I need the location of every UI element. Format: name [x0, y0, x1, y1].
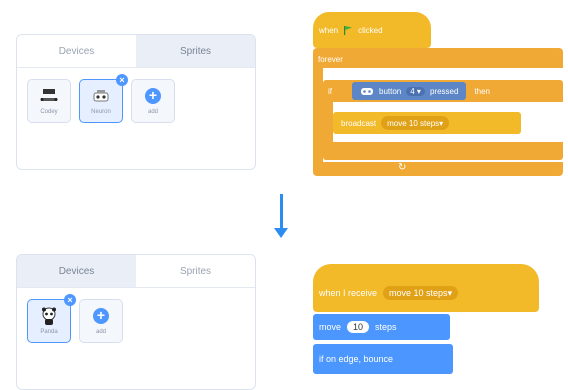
then-label: then [474, 86, 490, 96]
panda-icon [38, 307, 60, 325]
tab-bar: Devices Sprites [17, 255, 255, 288]
device-tile-codey[interactable]: Codey [27, 79, 71, 123]
sprite-tile-panda[interactable]: × Panda [27, 294, 76, 343]
bounce-block[interactable]: if on edge, bounce [313, 344, 453, 374]
broadcast-message-dropdown[interactable]: move 10 steps [381, 116, 450, 130]
tab-devices[interactable]: Devices [17, 35, 136, 67]
remove-icon[interactable]: × [64, 294, 76, 306]
remove-icon[interactable]: × [116, 74, 128, 86]
move-label: move [319, 322, 342, 332]
button-number-dropdown[interactable]: 4 [406, 86, 425, 96]
add-device-button[interactable]: + add [131, 79, 175, 123]
if-label: if [328, 86, 332, 96]
tab-devices[interactable]: Devices [17, 255, 136, 287]
broadcast-block[interactable]: broadcast move 10 steps [333, 112, 521, 134]
when-i-receive-label: when I receive [319, 288, 378, 298]
devices-panel-top: Devices Sprites Codey × Neuron + add [16, 34, 256, 170]
device-label: Neuron [91, 109, 111, 115]
tab-sprites[interactable]: Sprites [136, 255, 255, 287]
transition-arrow [280, 194, 283, 230]
plus-icon: + [145, 88, 161, 104]
steps-label: steps [375, 322, 397, 332]
sprites-panel-bottom: Devices Sprites × Panda + add [16, 254, 256, 390]
clicked-label: clicked [358, 25, 383, 35]
forever-label-row: forever [318, 52, 343, 66]
when-label: when [319, 25, 339, 35]
add-sprite-button[interactable]: + add [79, 299, 123, 343]
when-i-receive-hat[interactable]: when I receive move 10 steps [313, 264, 539, 312]
pressed-label: pressed [429, 86, 459, 96]
add-label: add [95, 329, 106, 335]
if-row: if button 4 pressed then [328, 82, 490, 100]
forever-label: forever [318, 54, 343, 64]
loop-arrow-icon: ↻ [398, 162, 407, 173]
bounce-label: if on edge, bounce [319, 354, 394, 364]
broadcast-label: broadcast [341, 118, 377, 128]
device-label: Codey [40, 109, 58, 115]
tab-bar: Devices Sprites [17, 35, 255, 68]
add-label: add [147, 109, 158, 115]
codey-robot-icon [38, 87, 60, 105]
move-steps-block[interactable]: move 10 steps [313, 314, 450, 340]
green-flag-icon [344, 26, 353, 35]
button-label: button [379, 86, 402, 96]
sprite-list: × Panda + add [27, 294, 123, 343]
device-list: Codey × Neuron + add [27, 74, 175, 123]
button-pressed-sensor[interactable]: button 4 pressed [352, 82, 467, 100]
sprite-label: Panda [40, 329, 58, 335]
when-flag-clicked-hat[interactable]: when clicked [313, 12, 431, 48]
device-tile-neuron[interactable]: × Neuron [79, 74, 128, 123]
receive-message-dropdown[interactable]: move 10 steps [383, 286, 459, 300]
neuron-icon [90, 87, 112, 105]
arrow-down-icon [274, 228, 288, 238]
tab-sprites[interactable]: Sprites [136, 35, 255, 67]
gamepad-icon [361, 87, 373, 95]
steps-input[interactable]: 10 [347, 321, 370, 333]
plus-icon: + [93, 308, 109, 324]
